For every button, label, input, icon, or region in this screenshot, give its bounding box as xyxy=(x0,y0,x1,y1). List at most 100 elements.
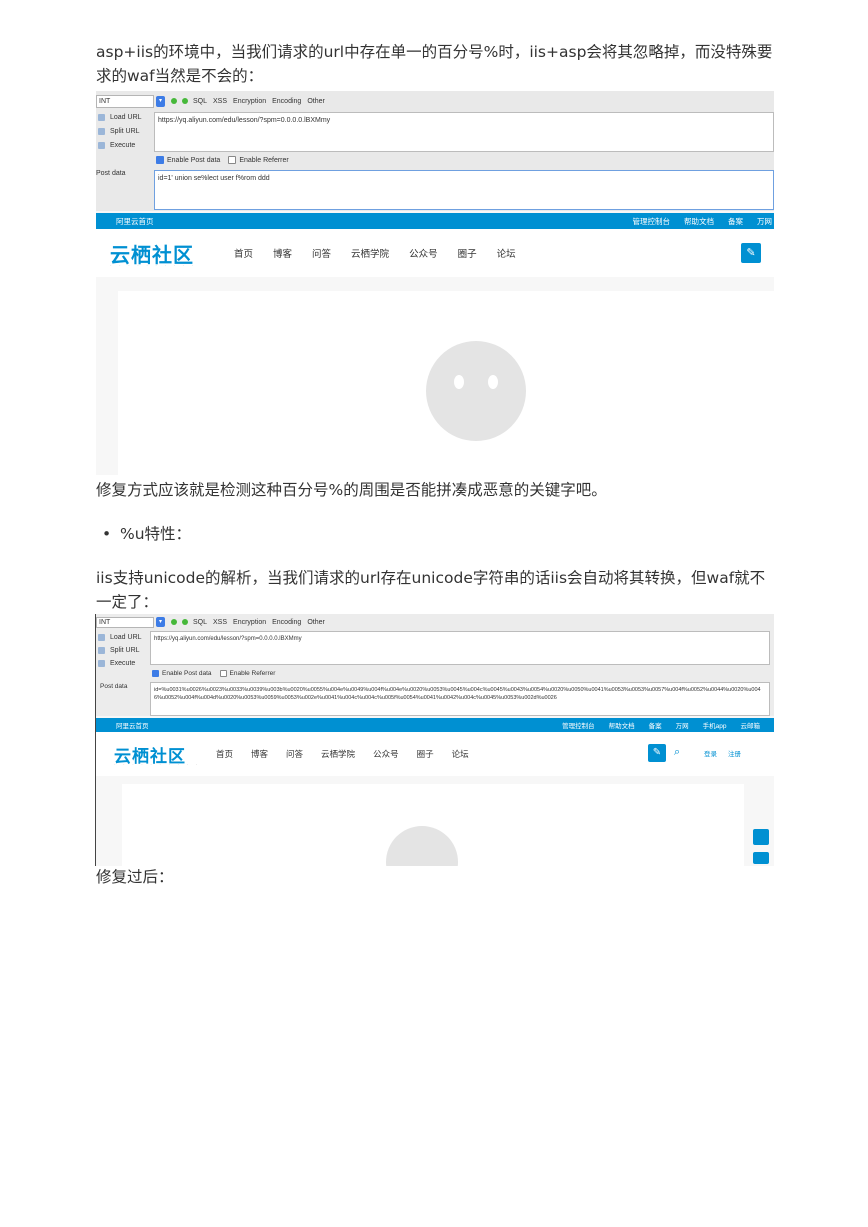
write-pen-icon[interactable]: ✎ xyxy=(741,243,761,263)
enable-referrer-checkbox[interactable] xyxy=(219,670,227,677)
hackbar-panel: INT ▾ SQL XSS Encryption Encoding Other … xyxy=(96,91,774,211)
sad-face-eye xyxy=(488,375,498,389)
nav-qa[interactable]: 问答 xyxy=(286,748,303,760)
split-url-button[interactable]: Split URL xyxy=(96,644,152,657)
menu-xss[interactable]: XSS xyxy=(213,619,227,626)
post-data-input[interactable]: id=%u0031%u0026%u0023%u0033%u0039%u003b%… xyxy=(150,682,770,716)
topbar-wanwang-link[interactable]: 万网 xyxy=(676,720,689,730)
type-select[interactable]: INT xyxy=(96,616,154,628)
select-arrow-icon[interactable]: ▾ xyxy=(156,95,165,107)
write-pen-icon[interactable]: ✎ xyxy=(648,744,666,762)
select-arrow-icon[interactable]: ▾ xyxy=(156,617,165,627)
green-dot-icon xyxy=(182,98,188,104)
comment-side-icon[interactable] xyxy=(753,852,769,864)
post-options: Enable Post data Enable Referrer xyxy=(156,156,289,164)
topbar-console-link[interactable]: 管理控制台 xyxy=(633,216,671,227)
site-topbar: 阿里云首页 管理控制台 帮助文档 备案 万网 手机app 云邮箱 xyxy=(96,718,774,732)
menu-sql[interactable]: SQL xyxy=(193,98,207,105)
nav-academy[interactable]: 云栖学院 xyxy=(321,748,355,760)
menu-encoding[interactable]: Encoding xyxy=(272,619,301,626)
load-url-icon xyxy=(98,634,105,641)
topbar-beian-link[interactable]: 备案 xyxy=(649,720,662,730)
post-data-label-wrap: Post data xyxy=(96,167,152,181)
paragraph-unicode: iis支持unicode的解析，当我们请求的url存在unicode字符串的话i… xyxy=(96,569,766,611)
post-data-label: Post data xyxy=(96,170,126,177)
post-options: Enable Post data Enable Referrer xyxy=(152,670,275,677)
hackbar-toolbar: INT ▾ SQL XSS Encryption Encoding Other xyxy=(96,91,774,111)
logo-tagline-decoration: · · · · · · · · · · xyxy=(114,762,201,768)
split-url-button[interactable]: Split URL xyxy=(96,125,152,139)
nav-groups[interactable]: 圈子 xyxy=(417,748,434,760)
topbar-beian-link[interactable]: 备案 xyxy=(728,216,743,227)
topbar-mobile-app-link[interactable]: 手机app xyxy=(703,720,727,730)
topbar-help-link[interactable]: 帮助文档 xyxy=(684,216,714,227)
menu-other[interactable]: Other xyxy=(307,619,325,626)
nav-blog[interactable]: 博客 xyxy=(273,246,292,260)
topbar-help-link[interactable]: 帮助文档 xyxy=(609,720,635,730)
nav-groups[interactable]: 圈子 xyxy=(458,246,477,260)
green-dot-icon xyxy=(171,619,177,625)
load-url-button[interactable]: Load URL xyxy=(96,631,152,644)
url-input[interactable]: https://yq.aliyun.com/edu/lesson/?spm=0.… xyxy=(154,112,774,152)
nav-academy[interactable]: 云栖学院 xyxy=(351,246,389,260)
menu-encoding[interactable]: Encoding xyxy=(272,98,301,105)
paragraph-intro: asp+iis的环境中，当我们请求的url中存在单一的百分号%时，iis+asp… xyxy=(96,43,773,85)
paragraph-after-fix: 修复过后： xyxy=(96,868,174,886)
nav-forum[interactable]: 论坛 xyxy=(497,246,516,260)
nav-blog[interactable]: 博客 xyxy=(251,748,268,760)
menu-encryption[interactable]: Encryption xyxy=(233,98,266,105)
menu-other[interactable]: Other xyxy=(307,98,325,105)
type-select[interactable]: INT xyxy=(96,94,154,108)
enable-post-checkbox[interactable] xyxy=(156,156,164,164)
feedback-side-icon[interactable] xyxy=(753,829,769,845)
logo-tagline-decoration: · · · · · · · · · · xyxy=(110,263,197,269)
enable-post-checkbox[interactable] xyxy=(152,670,159,677)
site-nav: 首页 博客 问答 云栖学院 公众号 圈子 论坛 xyxy=(234,246,536,260)
screenshot-hackbar-percent: INT ▾ SQL XSS Encryption Encoding Other … xyxy=(96,91,774,475)
execute-button[interactable]: Execute xyxy=(96,139,152,153)
screenshot-hackbar-unicode: INT ▾ SQL XSS Encryption Encoding Other … xyxy=(96,614,774,866)
execute-icon xyxy=(98,142,105,149)
enable-referrer-checkbox[interactable] xyxy=(228,156,237,164)
hackbar-panel: INT ▾ SQL XSS Encryption Encoding Other … xyxy=(96,614,774,716)
menu-encryption[interactable]: Encryption xyxy=(233,619,266,626)
execute-icon xyxy=(98,660,105,667)
green-dot-icon xyxy=(182,619,188,625)
load-url-icon xyxy=(98,114,105,121)
topbar-mail-link[interactable]: 云邮箱 xyxy=(741,720,761,730)
url-input[interactable]: https://yq.aliyun.com/edu/lesson/?spm=0.… xyxy=(150,631,770,665)
hackbar-side-buttons: Load URL Split URL Execute xyxy=(96,111,152,153)
search-icon[interactable]: ⌕ xyxy=(674,746,680,759)
aliyun-home-link[interactable]: 阿里云首页 xyxy=(96,720,562,730)
site-nav: 首页 博客 问答 云栖学院 公众号 圈子 论坛 xyxy=(216,748,487,760)
menu-xss[interactable]: XSS xyxy=(213,98,227,105)
aliyun-home-link[interactable]: 阿里云首页 xyxy=(96,216,633,227)
bullet-u-feature: %u特性： xyxy=(102,522,191,546)
nav-official-account[interactable]: 公众号 xyxy=(373,748,399,760)
sad-face-eye xyxy=(454,375,464,389)
menu-sql[interactable]: SQL xyxy=(193,619,207,626)
execute-button[interactable]: Execute xyxy=(96,657,152,670)
post-data-input[interactable]: id=1' union se%lect user f%rom ddd xyxy=(154,170,774,210)
register-link[interactable]: 注册 xyxy=(728,748,741,758)
site-header: 云栖社区 · · · · · · · · · · 首页 博客 问答 云栖学院 公… xyxy=(96,229,774,277)
paragraph-fix-method: 修复方式应该就是检测这种百分号%的周围是否能拼凑成恶意的关键字吧。 xyxy=(96,481,607,499)
nav-home[interactable]: 首页 xyxy=(216,748,233,760)
nav-qa[interactable]: 问答 xyxy=(312,246,331,260)
green-dot-icon xyxy=(171,98,177,104)
topbar-wanwang-link[interactable]: 万网 xyxy=(757,216,772,227)
login-link[interactable]: 登录 xyxy=(704,748,717,758)
topbar-console-link[interactable]: 管理控制台 xyxy=(562,720,595,730)
split-url-icon xyxy=(98,647,105,654)
post-data-label: Post data xyxy=(100,683,128,690)
site-header: 云栖社区 · · · · · · · · · · 首页 博客 问答 云栖学院 公… xyxy=(96,732,774,776)
nav-official-account[interactable]: 公众号 xyxy=(409,246,438,260)
post-data-label-wrap: Post data xyxy=(96,680,152,694)
hackbar-side-buttons: Load URL Split URL Execute xyxy=(96,631,152,670)
load-url-button[interactable]: Load URL xyxy=(96,111,152,125)
nav-home[interactable]: 首页 xyxy=(234,246,253,260)
split-url-icon xyxy=(98,128,105,135)
hackbar-toolbar: INT ▾ SQL XSS Encryption Encoding Other xyxy=(96,614,774,630)
nav-forum[interactable]: 论坛 xyxy=(452,748,469,760)
site-topbar: 阿里云首页 管理控制台 帮助文档 备案 万网 xyxy=(96,213,774,229)
